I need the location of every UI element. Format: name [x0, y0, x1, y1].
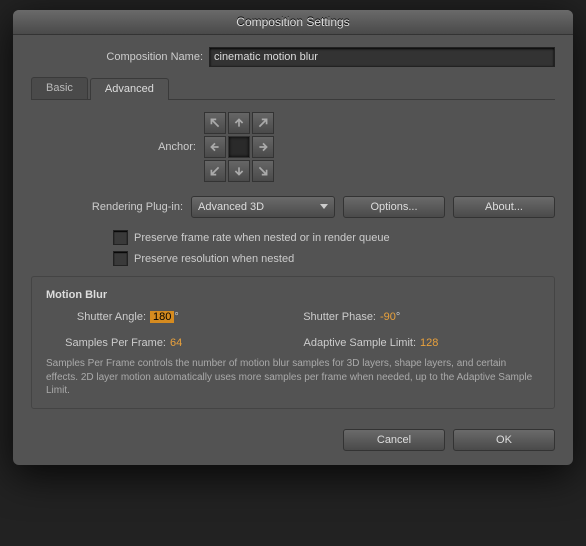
anchor-grid — [204, 112, 274, 182]
cancel-button[interactable]: Cancel — [343, 429, 445, 451]
shutter-angle-degree: ° — [174, 311, 178, 323]
anchor-top[interactable] — [228, 112, 250, 134]
anchor-bottom[interactable] — [228, 160, 250, 182]
anchor-center[interactable] — [228, 136, 250, 158]
anchor-label: Anchor: — [31, 141, 204, 153]
composition-settings-window: Composition Settings Composition Name: B… — [13, 10, 573, 465]
shutter-angle-label: Shutter Angle: — [46, 311, 150, 323]
adaptive-sample-limit-value[interactable]: 128 — [420, 337, 438, 349]
preserve-resolution-row: Preserve resolution when nested — [113, 251, 555, 266]
arrow-up-icon — [233, 117, 245, 129]
samples-row: Samples Per Frame: 64 Adaptive Sample Li… — [46, 337, 540, 349]
anchor-top-right[interactable] — [252, 112, 274, 134]
preserve-framerate-row: Preserve frame rate when nested or in re… — [113, 230, 555, 245]
about-button[interactable]: About... — [453, 196, 555, 218]
arrow-right-icon — [257, 141, 269, 153]
arrow-up-right-icon — [257, 117, 269, 129]
shutter-phase-label: Shutter Phase: — [276, 311, 380, 323]
shutter-phase-value[interactable]: -90 — [380, 311, 396, 323]
adaptive-sample-limit-label: Adaptive Sample Limit: — [276, 337, 420, 349]
composition-name-label: Composition Name: — [31, 51, 209, 63]
preserve-framerate-label: Preserve frame rate when nested or in re… — [134, 232, 390, 244]
window-titlebar: Composition Settings — [13, 10, 573, 35]
anchor-right[interactable] — [252, 136, 274, 158]
arrow-left-icon — [209, 141, 221, 153]
shutter-phase-degree: ° — [396, 311, 400, 323]
tabs: Basic Advanced — [31, 77, 555, 100]
samples-per-frame-label: Samples Per Frame: — [46, 337, 170, 349]
tab-basic[interactable]: Basic — [31, 77, 88, 99]
motion-blur-title: Motion Blur — [42, 289, 111, 301]
window-content: Composition Name: Basic Advanced Anchor: — [13, 35, 573, 465]
preserve-resolution-checkbox[interactable] — [113, 251, 128, 266]
motion-blur-group: Motion Blur Shutter Angle: 180 ° Shutter… — [31, 276, 555, 409]
preserve-framerate-checkbox[interactable] — [113, 230, 128, 245]
samples-per-frame-value[interactable]: 64 — [170, 337, 182, 349]
anchor-row: Anchor: — [31, 112, 555, 182]
anchor-top-left[interactable] — [204, 112, 226, 134]
arrow-down-left-icon — [209, 165, 221, 177]
anchor-left[interactable] — [204, 136, 226, 158]
tab-advanced[interactable]: Advanced — [90, 78, 169, 100]
arrow-down-icon — [233, 165, 245, 177]
ok-button[interactable]: OK — [453, 429, 555, 451]
shutter-angle-value[interactable]: 180 — [150, 311, 174, 323]
window-title: Composition Settings — [236, 15, 349, 29]
motion-blur-help-text: Samples Per Frame controls the number of… — [46, 357, 540, 398]
composition-name-input[interactable] — [209, 47, 555, 67]
rendering-plugin-select[interactable]: Advanced 3D — [191, 196, 335, 218]
composition-name-row: Composition Name: — [31, 47, 555, 67]
options-button[interactable]: Options... — [343, 196, 445, 218]
anchor-bottom-right[interactable] — [252, 160, 274, 182]
rendering-plugin-value: Advanced 3D — [198, 201, 264, 213]
rendering-plugin-row: Rendering Plug-in: Advanced 3D Options..… — [31, 196, 555, 218]
preserve-resolution-label: Preserve resolution when nested — [134, 253, 294, 265]
rendering-plugin-label: Rendering Plug-in: — [31, 201, 191, 213]
arrow-up-left-icon — [209, 117, 221, 129]
dialog-footer: Cancel OK — [31, 429, 555, 451]
shutter-row: Shutter Angle: 180 ° Shutter Phase: -90 … — [46, 311, 540, 323]
anchor-bottom-left[interactable] — [204, 160, 226, 182]
arrow-down-right-icon — [257, 165, 269, 177]
